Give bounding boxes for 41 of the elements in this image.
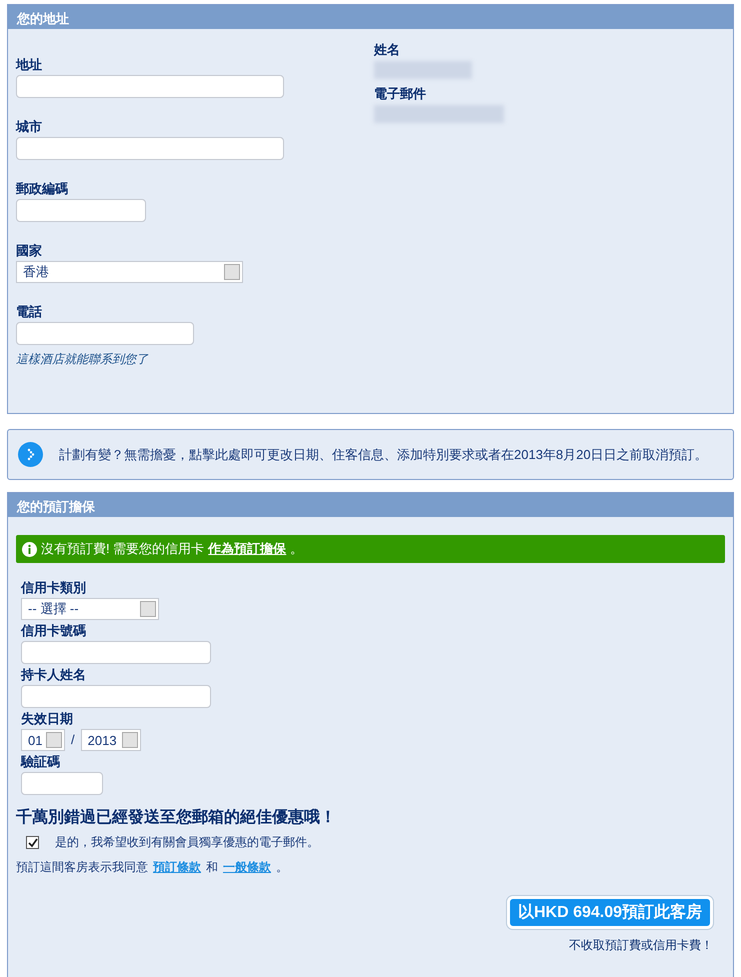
input-field[interactable] — [21, 685, 211, 708]
field-label: 地址 — [16, 56, 43, 74]
checkbox[interactable] — [26, 836, 39, 849]
banner-text: 沒有預訂費! 需要您的信用卡 — [41, 540, 204, 558]
terms-text: 。 — [276, 859, 288, 876]
input-field[interactable] — [16, 199, 146, 222]
banner-text: 。 — [290, 540, 304, 558]
guarantee-link[interactable]: 作為預訂擔保 — [208, 540, 286, 558]
terms-text: 預訂這間客房表示我同意 — [16, 859, 148, 876]
field-label: 姓名 — [374, 41, 401, 59]
dropdown[interactable]: 01 — [21, 729, 65, 751]
input-field[interactable] — [16, 75, 284, 98]
field-label: 持卡人姓名 — [21, 666, 87, 684]
dropdown[interactable]: 2013 — [80, 729, 141, 751]
input-field[interactable] — [21, 772, 103, 795]
notice-panel[interactable]: 計劃有變？無需擔憂，點擊此處即可更改日期、住客信息、添加特別要求或者在2013年8月20日日之前取消預訂。 — [7, 429, 734, 480]
dropdown[interactable]: -- 選擇 -- — [21, 598, 159, 620]
terms-text: 和 — [206, 859, 218, 876]
input-field[interactable] — [21, 641, 211, 664]
dropdown[interactable]: 香港 — [16, 261, 243, 283]
field-label: 信用卡號碼 — [21, 622, 87, 640]
checkbox-label: 是的，我希望收到有關會員獨享優惠的電子郵件。 — [55, 834, 319, 851]
fee-note: 不收取預訂費或信用卡費！ — [569, 937, 713, 954]
field-label: 失效日期 — [21, 710, 74, 728]
field-label: 信用卡類別 — [21, 579, 87, 597]
info-icon — [22, 542, 37, 556]
input-field[interactable] — [16, 137, 284, 160]
field-hint: 這樣酒店就能聯系到您了 — [16, 351, 148, 368]
notice-text: 計劃有變？無需擔憂，點擊此處即可更改日期、住客信息、添加特別要求或者在2013年8月20日日之前取消預訂。 — [59, 446, 708, 464]
field-label: 驗証碼 — [21, 753, 61, 771]
arrow-circle-icon — [18, 442, 43, 467]
field-label: 國家 — [16, 242, 43, 260]
input-field[interactable] — [16, 322, 194, 345]
section-title: 您的地址 — [8, 5, 733, 29]
field-label: 城市 — [16, 118, 43, 136]
section-title: 您的預訂擔保 — [8, 493, 733, 517]
date-separator: / — [71, 732, 75, 747]
field-label: 郵政編碼 — [16, 180, 69, 198]
field-label: 電子郵件 — [374, 85, 427, 103]
field-label: 電話 — [16, 303, 43, 321]
promo-heading: 千萬別錯過已經發送至您郵箱的絕佳優惠哦！ — [16, 807, 336, 828]
